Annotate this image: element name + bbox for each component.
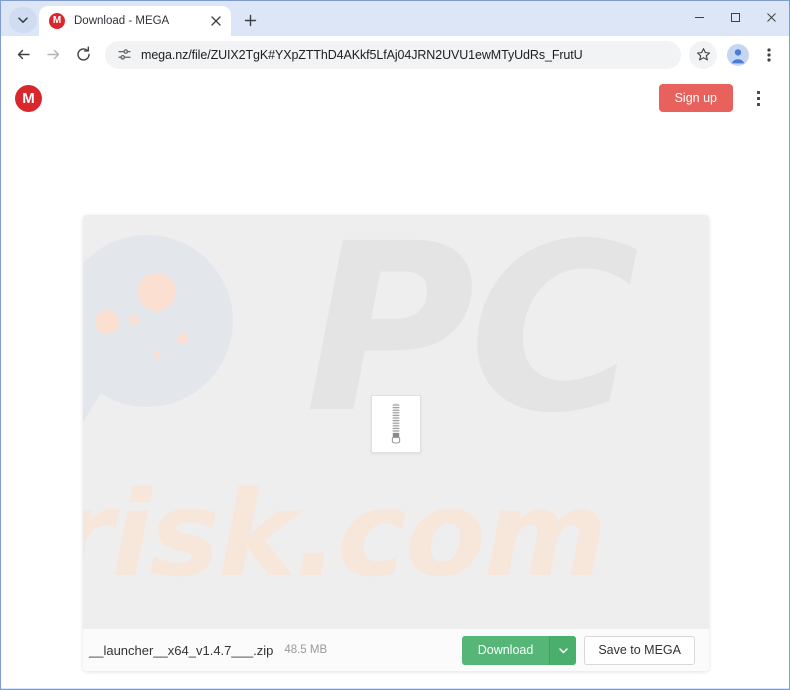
window-controls bbox=[681, 1, 789, 33]
account-icon bbox=[727, 43, 749, 66]
close-icon bbox=[766, 12, 776, 22]
download-card-footer: __launcher__x64_v1.4.7___.zip 48.5 MB Do… bbox=[83, 629, 709, 671]
tab-search-icon[interactable] bbox=[9, 7, 37, 33]
watermark-dot bbox=[153, 352, 160, 359]
reload-button[interactable] bbox=[69, 41, 97, 69]
close-tab-icon[interactable] bbox=[207, 12, 225, 30]
mega-site-header: M Sign up bbox=[1, 73, 789, 123]
tune-icon bbox=[118, 49, 131, 60]
maximize-icon bbox=[730, 12, 740, 22]
magnifier-glass-icon bbox=[83, 235, 233, 407]
page-viewport: M Sign up PC risk.com __launcher__x64_v1… bbox=[1, 73, 789, 688]
zipper-icon bbox=[391, 403, 401, 444]
chevron-down-icon bbox=[18, 17, 28, 23]
magnifier-handle-icon bbox=[83, 354, 112, 452]
url-text: mega.nz/file/ZUIX2TgK#YXpZTThD4AKkf5LfAj… bbox=[141, 47, 583, 62]
minimize-button[interactable] bbox=[681, 1, 717, 33]
sign-up-button[interactable]: Sign up bbox=[658, 84, 733, 112]
kebab-menu-icon bbox=[767, 47, 771, 62]
chevron-down-icon bbox=[559, 647, 568, 653]
menu-dot bbox=[756, 102, 760, 106]
download-button-group: Download bbox=[461, 635, 577, 665]
file-size: 48.5 MB bbox=[284, 644, 328, 656]
tab-title: Download - MEGA bbox=[74, 15, 170, 27]
watermark-dot bbox=[95, 310, 119, 334]
watermark-primary-text: PC bbox=[305, 215, 639, 464]
watermark-dot bbox=[129, 315, 139, 325]
mega-favicon-icon: M bbox=[49, 13, 65, 29]
browser-window: M Download - MEGA mega.nz/file/ZUIX2TgK#… bbox=[0, 0, 790, 690]
tab-strip: M Download - MEGA bbox=[1, 1, 789, 36]
watermark-dot bbox=[177, 333, 188, 344]
watermark-secondary-text: risk.com bbox=[83, 465, 607, 603]
favicon-letter: M bbox=[52, 15, 62, 26]
new-tab-icon[interactable] bbox=[237, 7, 263, 33]
menu-dot bbox=[756, 96, 760, 100]
close-window-button[interactable] bbox=[753, 1, 789, 33]
back-button[interactable] bbox=[9, 41, 37, 69]
save-to-mega-button[interactable]: Save to MEGA bbox=[584, 635, 695, 665]
mega-logo-icon[interactable]: M bbox=[15, 84, 42, 112]
chrome-menu-icon[interactable] bbox=[757, 41, 781, 69]
download-card: PC risk.com __launcher__x64_v1.4.7___.zi… bbox=[83, 215, 709, 671]
download-button[interactable]: Download bbox=[461, 635, 550, 665]
arrow-left-icon bbox=[17, 49, 30, 60]
forward-button[interactable] bbox=[39, 41, 67, 69]
address-bar[interactable]: mega.nz/file/ZUIX2TgK#YXpZTThD4AKkf5LfAj… bbox=[105, 40, 681, 69]
mega-menu-icon[interactable] bbox=[745, 85, 771, 111]
file-preview-area: PC risk.com bbox=[83, 215, 709, 629]
star-icon bbox=[696, 48, 710, 61]
download-dropdown-button[interactable] bbox=[549, 635, 577, 665]
minimize-icon bbox=[694, 16, 704, 18]
profile-avatar[interactable] bbox=[725, 42, 751, 68]
menu-dot bbox=[756, 90, 760, 94]
reload-icon bbox=[76, 46, 90, 61]
watermark-dot bbox=[138, 273, 176, 311]
zip-file-icon bbox=[371, 395, 421, 453]
plus-icon bbox=[244, 14, 256, 26]
site-settings-icon[interactable] bbox=[117, 47, 132, 62]
maximize-button[interactable] bbox=[717, 1, 753, 33]
mega-logo-letter: M bbox=[22, 89, 35, 107]
browser-tab[interactable]: M Download - MEGA bbox=[39, 6, 231, 36]
arrow-right-icon bbox=[46, 49, 59, 60]
close-icon bbox=[211, 16, 221, 26]
browser-toolbar: mega.nz/file/ZUIX2TgK#YXpZTThD4AKkf5LfAj… bbox=[1, 36, 789, 73]
file-name: __launcher__x64_v1.4.7___.zip bbox=[89, 642, 274, 658]
bookmark-star-icon[interactable] bbox=[689, 40, 717, 69]
